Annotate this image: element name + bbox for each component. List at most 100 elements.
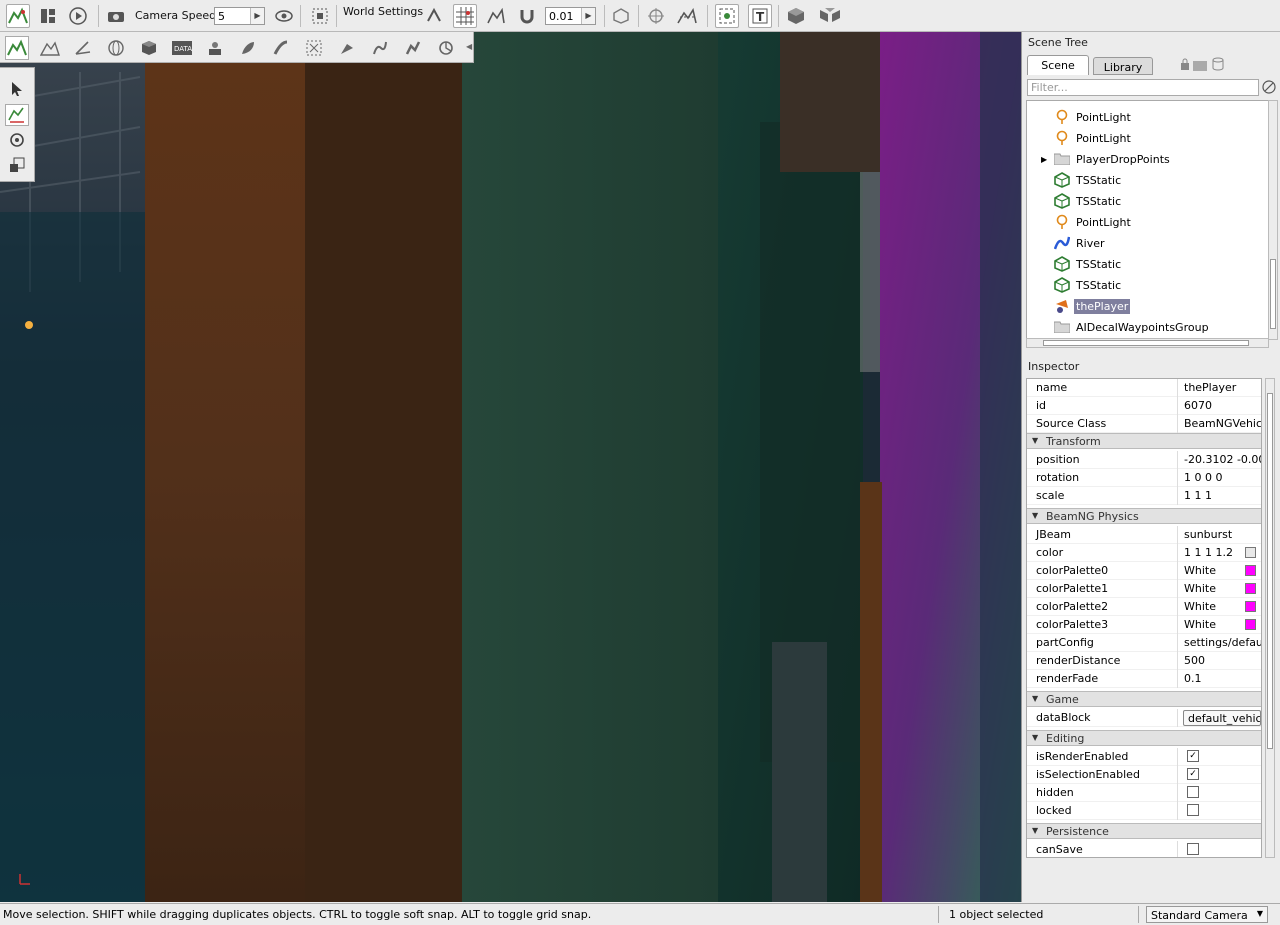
- drop-at-icon[interactable]: [675, 4, 699, 28]
- snap-rotation-icon[interactable]: [422, 4, 446, 28]
- field-label: colorPalette1: [1036, 582, 1109, 595]
- tsstatic-icon: [1053, 255, 1071, 273]
- shape-editor-icon[interactable]: [434, 36, 458, 60]
- group-persistence[interactable]: ▼ Persistence: [1027, 823, 1261, 839]
- tab-scene[interactable]: Scene: [1027, 55, 1089, 75]
- collapse-arrow-icon: ▼: [1032, 733, 1039, 742]
- visualize-icon[interactable]: [715, 4, 739, 28]
- part-config-value[interactable]: settings/default: [1184, 636, 1261, 649]
- mesh-road-icon[interactable]: [335, 36, 359, 60]
- tree-horizontal-scrollbar[interactable]: [1026, 338, 1269, 348]
- collapse-toolbar-icon[interactable]: ◀: [466, 42, 472, 51]
- play-icon[interactable]: [66, 4, 90, 28]
- layout-icon[interactable]: [36, 4, 60, 28]
- camera-speed-spinner[interactable]: 5 ▶: [214, 7, 265, 25]
- render-fade-value[interactable]: 0.1: [1184, 672, 1261, 685]
- sky-sphere-icon[interactable]: [104, 36, 128, 60]
- road-editor-icon[interactable]: [269, 36, 293, 60]
- palette-swatch[interactable]: [1245, 583, 1256, 594]
- tree-item[interactable]: TSStatic: [1053, 254, 1123, 274]
- snap-size-spinner[interactable]: 0.01 ▶: [545, 7, 596, 25]
- select-arrow-icon[interactable]: [5, 78, 29, 100]
- field-locked: locked: [1027, 802, 1261, 820]
- palette-swatch[interactable]: [1245, 601, 1256, 612]
- delete-cylinder-icon[interactable]: [1212, 57, 1224, 74]
- datablock-editor-icon[interactable]: DATA: [170, 36, 194, 60]
- spinner-arrow-icon[interactable]: ▶: [581, 8, 595, 24]
- tree-item[interactable]: PointLight: [1053, 212, 1133, 232]
- scale-value[interactable]: 1 1 1: [1184, 489, 1261, 502]
- hidden-checkbox[interactable]: [1187, 786, 1199, 798]
- scale-tool-icon[interactable]: [5, 154, 29, 176]
- scene-render: [0, 32, 1021, 902]
- magnet-snap-icon[interactable]: [515, 4, 539, 28]
- rotate-tool-icon[interactable]: [5, 129, 29, 151]
- particle-editor-icon[interactable]: [203, 36, 227, 60]
- render-distance-value[interactable]: 500: [1184, 654, 1261, 667]
- visibility-eye-icon[interactable]: [272, 4, 296, 28]
- datablock-dropdown[interactable]: default_vehicle: [1183, 710, 1261, 726]
- terrain-snap-icon[interactable]: [484, 4, 508, 28]
- terrain-editor-icon[interactable]: [38, 36, 62, 60]
- decal-editor-icon[interactable]: [302, 36, 326, 60]
- field-label: renderFade: [1036, 672, 1099, 685]
- jbeam-value[interactable]: sunburst: [1184, 528, 1261, 541]
- field-label: JBeam: [1036, 528, 1072, 541]
- prefab-box-icon[interactable]: [784, 4, 808, 28]
- locked-checkbox[interactable]: [1187, 804, 1199, 816]
- tab-library[interactable]: Library: [1093, 57, 1153, 75]
- group-game[interactable]: ▼ Game: [1027, 691, 1261, 707]
- tree-item[interactable]: TSStatic: [1053, 275, 1123, 295]
- palette-swatch[interactable]: [1245, 619, 1256, 630]
- folder-add-icon[interactable]: [1193, 59, 1207, 74]
- chevron-down-icon: ▼: [1256, 909, 1263, 918]
- material-cube-icon[interactable]: [137, 36, 161, 60]
- world-editor-icon[interactable]: [6, 4, 30, 28]
- lock-icon[interactable]: [1180, 58, 1190, 73]
- tree-item[interactable]: AIDecalWaypointsGroup: [1053, 317, 1211, 337]
- tree-item[interactable]: River: [1053, 233, 1107, 253]
- group-beamng-physics[interactable]: ▼ BeamNG Physics: [1027, 508, 1261, 524]
- world-settings-label[interactable]: World Settings: [343, 5, 423, 18]
- position-value[interactable]: -20.3102 -0.002: [1184, 453, 1261, 466]
- forest-editor-icon[interactable]: [236, 36, 260, 60]
- move-tool-icon[interactable]: [5, 104, 29, 126]
- screenshot-icon[interactable]: [308, 4, 332, 28]
- tree-item[interactable]: TSStatic: [1053, 191, 1123, 211]
- explode-prefab-icon[interactable]: [815, 4, 845, 28]
- render-enabled-checkbox[interactable]: ✓: [1187, 750, 1199, 762]
- group-transform[interactable]: ▼ Transform: [1027, 433, 1261, 449]
- rotation-value[interactable]: 1 0 0 0: [1184, 471, 1261, 484]
- pointlight-icon: [1053, 108, 1071, 126]
- tree-item[interactable]: PointLight: [1053, 128, 1133, 148]
- selection-enabled-checkbox[interactable]: ✓: [1187, 768, 1199, 780]
- clear-filter-icon[interactable]: [1262, 80, 1276, 97]
- camera-mode-dropdown[interactable]: Standard Camera ▼: [1146, 906, 1268, 923]
- tree-vertical-scrollbar[interactable]: [1268, 100, 1278, 340]
- river-editor-icon[interactable]: [368, 36, 392, 60]
- object-editor-icon[interactable]: [5, 36, 29, 60]
- camera-icon[interactable]: [104, 4, 128, 28]
- field-color-palette2: colorPalette2 White: [1027, 598, 1261, 616]
- tree-item[interactable]: PointLight: [1053, 107, 1133, 127]
- field-datablock: dataBlock default_vehicle: [1027, 709, 1261, 727]
- navmesh-editor-icon[interactable]: [401, 36, 425, 60]
- tree-item[interactable]: ▶ PlayerDropPoints: [1041, 149, 1172, 169]
- group-editing[interactable]: ▼ Editing: [1027, 730, 1261, 746]
- text-label-icon[interactable]: T: [748, 4, 772, 28]
- terrain-painter-icon[interactable]: [71, 36, 95, 60]
- grid-snap-icon[interactable]: [453, 4, 477, 28]
- can-save-checkbox[interactable]: [1187, 843, 1199, 855]
- expand-arrow-icon[interactable]: ▶: [1041, 155, 1053, 164]
- selection-center-icon[interactable]: [644, 4, 668, 28]
- tree-item[interactable]: TSStatic: [1053, 170, 1123, 190]
- object-bounds-icon[interactable]: [609, 4, 633, 28]
- scene-filter-input[interactable]: Filter...: [1027, 79, 1259, 96]
- spinner-arrow-icon[interactable]: ▶: [250, 8, 264, 24]
- viewport-3d[interactable]: [0, 32, 1021, 902]
- inspector-scrollbar[interactable]: [1265, 378, 1275, 858]
- name-value[interactable]: thePlayer: [1184, 381, 1261, 394]
- tree-item-selected[interactable]: thePlayer: [1053, 296, 1131, 316]
- color-picker-swatch[interactable]: [1245, 547, 1256, 558]
- palette-swatch[interactable]: [1245, 565, 1256, 576]
